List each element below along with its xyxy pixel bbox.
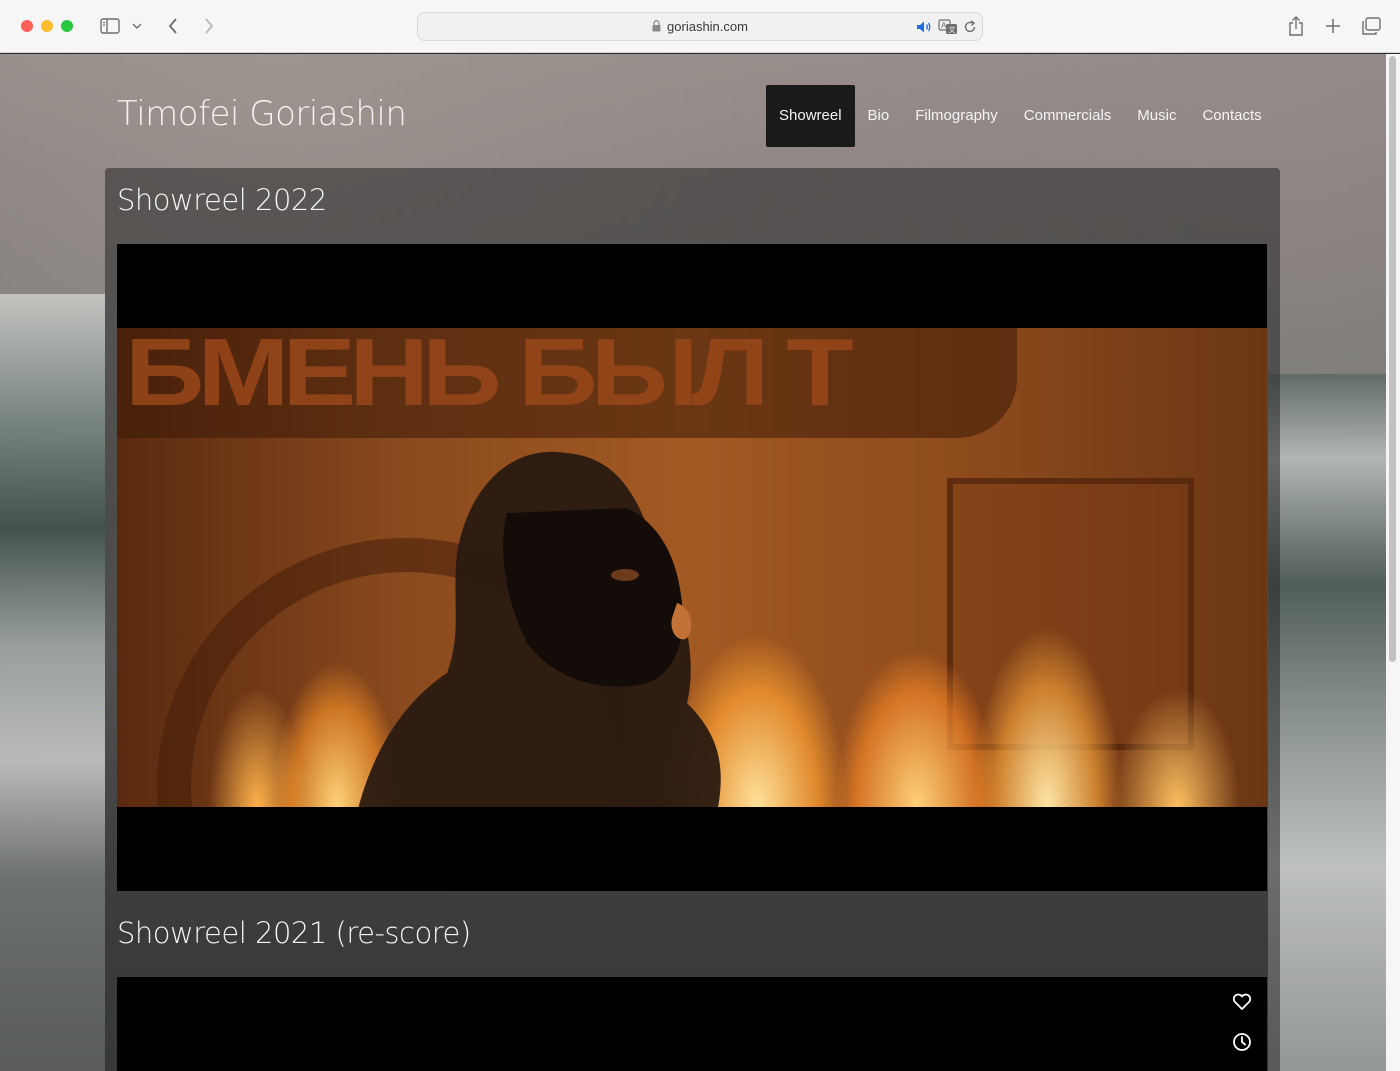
web-page: Timofei Goriashin Showreel Bio Filmograp… xyxy=(0,54,1400,1071)
background-image xyxy=(1268,374,1386,1071)
section-title: Showreel 2022 xyxy=(117,183,327,217)
section-title: Showreel 2021 (re-score) xyxy=(117,916,471,950)
zoom-window-button[interactable] xyxy=(61,20,73,32)
translate-icon[interactable]: A文 xyxy=(938,18,958,36)
sign-background: БМЕНЬ БЫЛ Т xyxy=(117,328,1017,438)
chevron-down-icon[interactable] xyxy=(131,18,143,34)
site-title[interactable]: Timofei Goriashin xyxy=(117,94,407,134)
video-player[interactable]: БМЕНЬ БЫЛ Т xyxy=(117,244,1267,891)
sidebar-toggle-icon[interactable] xyxy=(99,16,121,36)
lock-icon xyxy=(652,20,661,35)
clock-icon[interactable] xyxy=(1231,1031,1253,1053)
nav-item-commercials[interactable]: Commercials xyxy=(1011,85,1125,147)
nav-item-bio[interactable]: Bio xyxy=(855,85,903,147)
nav-item-contacts[interactable]: Contacts xyxy=(1189,85,1274,147)
reload-icon[interactable] xyxy=(963,18,977,36)
url-text: goriashin.com xyxy=(667,19,748,34)
main-navigation: Showreel Bio Filmography Commercials Mus… xyxy=(766,85,1275,147)
svg-text:文: 文 xyxy=(949,25,956,34)
hooded-figure xyxy=(358,451,721,807)
share-icon[interactable] xyxy=(1286,14,1306,38)
sign-text: БМЕНЬ БЫЛ Т xyxy=(125,328,854,426)
video-player[interactable] xyxy=(117,977,1267,1071)
close-window-button[interactable] xyxy=(21,20,33,32)
background-image xyxy=(0,294,105,1071)
content-panel: Showreel 2022 БМЕНЬ БЫЛ Т Showreel 2021 … xyxy=(105,168,1280,1071)
forward-arrow-icon[interactable] xyxy=(199,15,219,37)
nav-item-music[interactable]: Music xyxy=(1124,85,1189,147)
plus-icon[interactable] xyxy=(1323,16,1343,36)
browser-toolbar: goriashin.com A文 xyxy=(0,0,1400,53)
video-thumbnail: БМЕНЬ БЫЛ Т xyxy=(117,328,1267,807)
heart-icon[interactable] xyxy=(1231,991,1253,1013)
address-bar[interactable]: goriashin.com A文 xyxy=(417,12,983,41)
minimize-window-button[interactable] xyxy=(41,20,53,32)
back-arrow-icon[interactable] xyxy=(163,15,183,37)
tab-overview-icon[interactable] xyxy=(1360,16,1382,36)
scrollbar-thumb[interactable] xyxy=(1389,56,1396,662)
speaker-icon[interactable] xyxy=(916,18,932,36)
nav-item-filmography[interactable]: Filmography xyxy=(902,85,1011,147)
nav-item-showreel[interactable]: Showreel xyxy=(766,85,855,147)
